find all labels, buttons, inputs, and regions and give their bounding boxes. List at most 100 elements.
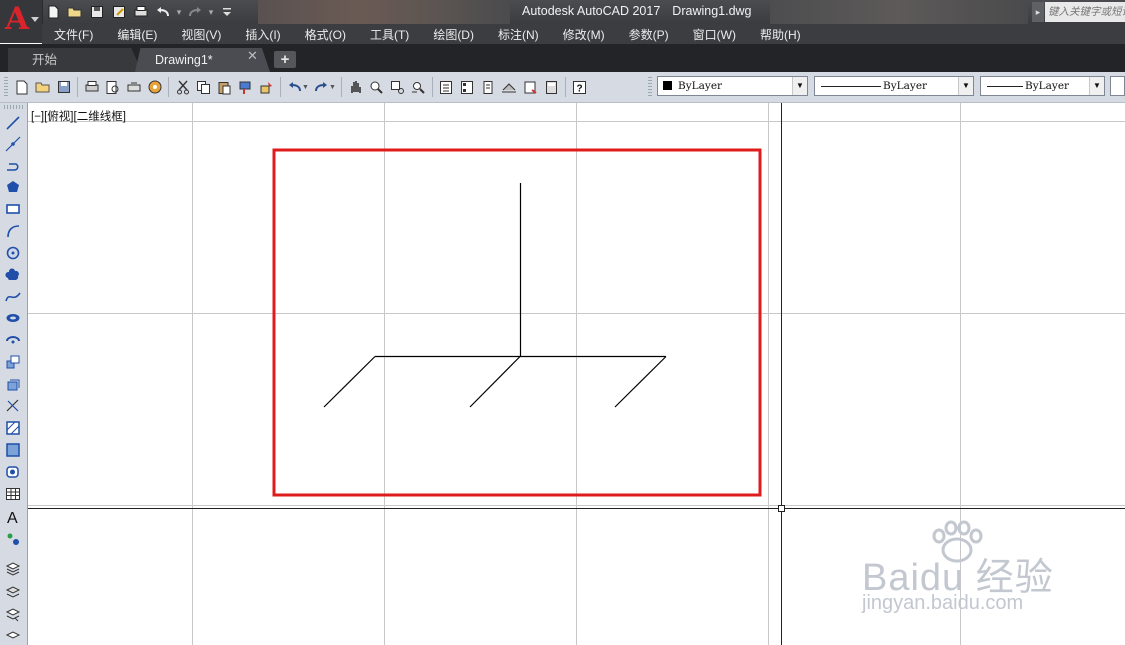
print-icon[interactable] bbox=[132, 3, 150, 21]
arc-icon[interactable] bbox=[3, 221, 23, 241]
viewport-controls-label[interactable]: [−][俯视][二维线框] bbox=[31, 108, 126, 124]
polyline-icon[interactable] bbox=[3, 155, 23, 175]
insert-block-icon[interactable] bbox=[3, 352, 23, 372]
chevron-down-icon[interactable]: ▼ bbox=[958, 77, 973, 95]
layer-previous-icon[interactable] bbox=[3, 604, 23, 624]
open-folder-icon[interactable] bbox=[66, 3, 84, 21]
layer-states-icon[interactable] bbox=[3, 582, 23, 602]
menu-file[interactable]: 文件(F) bbox=[42, 26, 105, 43]
application-menu-button[interactable]: A bbox=[0, 0, 43, 43]
rectangle-icon[interactable] bbox=[3, 199, 23, 219]
table-icon[interactable] bbox=[3, 484, 23, 504]
zoom-realtime-icon[interactable] bbox=[366, 76, 387, 98]
layer-isolate-icon[interactable] bbox=[3, 625, 23, 645]
add-selected-icon[interactable] bbox=[3, 529, 23, 549]
menu-edit[interactable]: 编辑(E) bbox=[105, 26, 169, 43]
undo-dropdown-icon[interactable]: ▾ bbox=[176, 4, 182, 20]
dropdown-arrow-icon bbox=[31, 17, 39, 22]
menu-format[interactable]: 格式(O) bbox=[293, 26, 358, 43]
search-expand-arrow-icon[interactable]: ▸ bbox=[1032, 2, 1044, 22]
svg-text:A: A bbox=[7, 510, 18, 525]
circle-icon[interactable] bbox=[3, 243, 23, 263]
save-icon[interactable] bbox=[53, 76, 74, 98]
save-as-icon[interactable] bbox=[110, 3, 128, 21]
polygon-icon[interactable] bbox=[3, 177, 23, 197]
undo-dropdown-icon[interactable]: ▼ bbox=[302, 84, 309, 91]
properties-icon[interactable] bbox=[436, 76, 457, 98]
region-icon[interactable] bbox=[3, 462, 23, 482]
tab-start[interactable]: 开始 bbox=[8, 48, 142, 72]
menu-view[interactable]: 视图(V) bbox=[169, 26, 233, 43]
menu-help[interactable]: 帮助(H) bbox=[748, 26, 813, 43]
block-editor-icon[interactable] bbox=[256, 76, 277, 98]
plot-preview-icon[interactable] bbox=[102, 76, 123, 98]
plot-icon[interactable] bbox=[81, 76, 102, 98]
toolbar-separator bbox=[168, 77, 169, 97]
model-space[interactable] bbox=[28, 103, 1125, 645]
open-icon[interactable] bbox=[32, 76, 53, 98]
pan-icon[interactable] bbox=[345, 76, 366, 98]
menu-parametric[interactable]: 参数(P) bbox=[617, 26, 681, 43]
linetype-preview bbox=[821, 86, 881, 87]
spline-icon[interactable] bbox=[3, 287, 23, 307]
toolbar-grip[interactable] bbox=[4, 105, 23, 109]
markup-set-manager-icon[interactable] bbox=[520, 76, 541, 98]
point-icon[interactable] bbox=[3, 396, 23, 416]
paste-icon[interactable] bbox=[214, 76, 235, 98]
menu-window[interactable]: 窗口(W) bbox=[681, 26, 748, 43]
gradient-icon[interactable] bbox=[3, 440, 23, 460]
multiline-text-icon[interactable]: A bbox=[3, 507, 23, 527]
redo-dropdown-icon[interactable]: ▼ bbox=[329, 84, 336, 91]
menu-dimension[interactable]: 标注(N) bbox=[486, 26, 551, 43]
new-file-icon[interactable] bbox=[44, 3, 62, 21]
toolbar-grip[interactable] bbox=[4, 77, 8, 97]
undo-icon[interactable] bbox=[154, 3, 172, 21]
tool-palettes-icon[interactable] bbox=[478, 76, 499, 98]
quickcalc-icon[interactable] bbox=[541, 76, 562, 98]
redo-icon[interactable] bbox=[186, 3, 204, 21]
zoom-window-icon[interactable] bbox=[387, 76, 408, 98]
3d-print-icon[interactable] bbox=[144, 76, 165, 98]
sheet-set-manager-icon[interactable] bbox=[499, 76, 520, 98]
drawing-canvas[interactable]: [−][俯视][二维线框] bbox=[28, 103, 1125, 645]
redo-dropdown-icon[interactable]: ▾ bbox=[208, 4, 214, 20]
close-tab-icon[interactable]: ✕ bbox=[247, 48, 258, 64]
layer-properties-icon[interactable] bbox=[3, 559, 23, 579]
match-properties-icon[interactable] bbox=[235, 76, 256, 98]
ellipse-icon[interactable] bbox=[3, 308, 23, 328]
chevron-down-icon[interactable]: ▼ bbox=[792, 77, 807, 95]
chevron-down-icon[interactable]: ▼ bbox=[1089, 77, 1104, 95]
search-input[interactable]: 键入关键字或短语 bbox=[1045, 2, 1125, 22]
copy-icon[interactable] bbox=[193, 76, 214, 98]
construction-line-icon[interactable] bbox=[3, 134, 23, 154]
ellipse-arc-icon[interactable] bbox=[3, 330, 23, 350]
publish-icon[interactable] bbox=[123, 76, 144, 98]
menu-tools[interactable]: 工具(T) bbox=[358, 26, 421, 43]
design-center-icon[interactable] bbox=[457, 76, 478, 98]
color-control-dropdown[interactable]: ByLayer ▼ bbox=[657, 76, 808, 96]
properties-toolbar-grip[interactable] bbox=[648, 77, 652, 97]
qnew-icon[interactable] bbox=[11, 76, 32, 98]
save-icon[interactable] bbox=[88, 3, 106, 21]
cut-icon[interactable] bbox=[172, 76, 193, 98]
linetype-control-dropdown[interactable]: ByLayer ▼ bbox=[814, 76, 974, 96]
window-title: Autodesk AutoCAD 2017 Drawing1.dwg bbox=[522, 4, 752, 18]
make-block-icon[interactable] bbox=[3, 374, 23, 394]
menu-modify[interactable]: 修改(M) bbox=[551, 26, 617, 43]
new-tab-button[interactable]: + bbox=[274, 51, 296, 68]
customize-toolbar-icon[interactable] bbox=[218, 3, 236, 21]
lineweight-control-dropdown[interactable]: ByLayer ▼ bbox=[980, 76, 1105, 96]
menu-insert[interactable]: 插入(I) bbox=[233, 26, 292, 43]
hatch-icon[interactable] bbox=[3, 418, 23, 438]
line-icon[interactable] bbox=[3, 113, 23, 133]
toolbar-separator bbox=[431, 77, 433, 97]
diagonal-line-left bbox=[323, 356, 376, 408]
help-icon[interactable]: ? bbox=[569, 76, 590, 98]
app-title: Autodesk AutoCAD 2017 bbox=[522, 4, 661, 18]
toolbar-separator bbox=[340, 77, 342, 97]
zoom-previous-icon[interactable] bbox=[408, 76, 429, 98]
menu-draw[interactable]: 绘图(D) bbox=[421, 26, 486, 43]
revision-cloud-icon[interactable] bbox=[3, 265, 23, 285]
plot-style-control-dropdown[interactable] bbox=[1110, 76, 1125, 96]
color-swatch bbox=[663, 81, 672, 90]
